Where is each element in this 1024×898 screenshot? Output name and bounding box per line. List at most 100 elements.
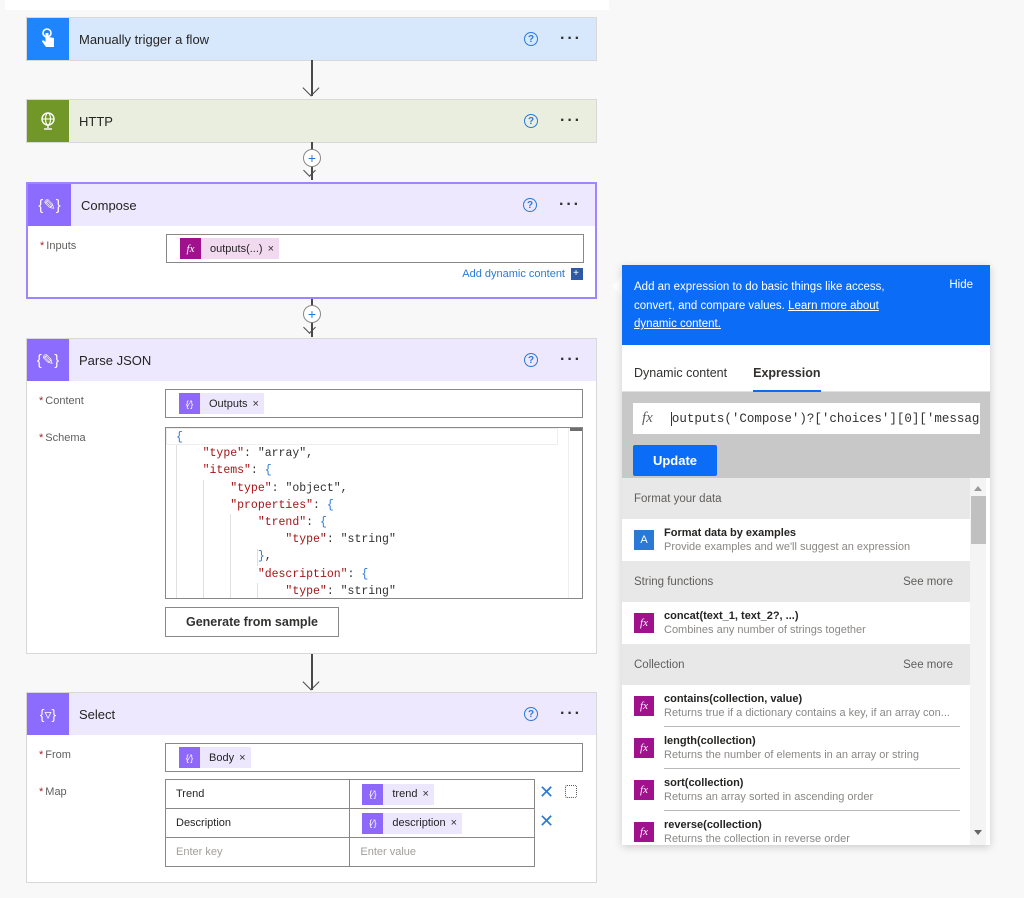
step-title: Manually trigger a flow xyxy=(79,31,210,47)
help-icon[interactable]: ? xyxy=(524,32,539,46)
add-dynamic-content-label: Add dynamic content xyxy=(462,268,565,280)
section-header: Format your data xyxy=(622,478,970,519)
insert-step-button[interactable]: + xyxy=(303,305,321,323)
compose-icon: {✎} xyxy=(28,184,71,226)
generate-from-sample-button[interactable]: Generate from sample xyxy=(165,607,339,637)
map-value-placeholder[interactable]: Enter value xyxy=(349,837,535,867)
code-line: "trend": { xyxy=(257,515,327,529)
function-title: contains(collection, value) xyxy=(664,693,803,705)
fx-icon: fx xyxy=(634,822,654,842)
compose-icon: {∕} xyxy=(362,783,384,805)
scroll-thumb[interactable] xyxy=(971,496,986,544)
remove-token-icon[interactable]: × xyxy=(239,747,251,768)
help-icon[interactable]: ? xyxy=(524,707,539,721)
map-key-placeholder[interactable]: Enter key xyxy=(164,837,351,867)
remove-token-icon[interactable]: × xyxy=(267,238,280,259)
fx-icon: fx xyxy=(634,738,654,758)
step-header[interactable]: {▿} Select ? ··· xyxy=(27,693,596,735)
step-card-http[interactable]: HTTP ? ··· xyxy=(26,99,597,143)
more-options-icon[interactable]: ··· xyxy=(560,706,582,722)
update-button[interactable]: Update xyxy=(633,445,717,476)
function-item[interactable]: fx contains(collection, value) Returns tru… xyxy=(622,685,970,727)
map-key-input[interactable]: Trend xyxy=(164,779,351,809)
help-icon[interactable]: ? xyxy=(524,114,539,128)
help-icon[interactable]: ? xyxy=(524,353,539,367)
step-header[interactable]: HTTP ? ··· xyxy=(27,100,596,142)
function-text: sort(collection) Returns an array sorted … xyxy=(664,776,960,804)
schema-label: * Schema xyxy=(39,432,86,444)
code-line: { xyxy=(166,428,558,446)
compose-icon: {∕} xyxy=(179,747,200,768)
function-title: length(collection) xyxy=(664,735,756,747)
arrow-down-icon xyxy=(302,673,320,691)
globe-icon xyxy=(27,100,69,142)
more-options-icon[interactable]: ··· xyxy=(560,352,582,368)
more-options-icon[interactable]: ··· xyxy=(560,113,582,129)
from-label: * From xyxy=(39,749,71,761)
delete-row-icon[interactable]: ✕ xyxy=(539,783,554,801)
function-title: concat(text_1, text_2?, ...) xyxy=(664,610,799,622)
dynamic-token[interactable]: {∕} description × xyxy=(362,812,463,834)
step-card-compose[interactable]: {✎} Compose ? ··· * Inputs fx outputs(...… xyxy=(26,182,597,299)
step-header[interactable]: Manually trigger a flow ? ··· xyxy=(27,18,596,60)
function-item[interactable]: fx length(collection) Returns the number o… xyxy=(622,727,970,769)
panel-tabs: Dynamic content Expression xyxy=(622,345,990,392)
map-row-empty: Enter key Enter value xyxy=(164,837,535,867)
delete-row-icon[interactable]: ✕ xyxy=(539,812,554,830)
hide-button[interactable]: Hide xyxy=(949,279,973,291)
function-item[interactable]: A Format data by examples Provide examples… xyxy=(622,519,970,561)
function-item[interactable]: fx concat(text_1, text_2?, ...) Combines a… xyxy=(622,602,970,644)
expression-text[interactable]: outputs('Compose')?['choices'][0]['messa… xyxy=(670,411,980,426)
step-header[interactable]: {✎} Compose ? ··· xyxy=(28,184,595,226)
insert-step-button[interactable]: + xyxy=(303,149,321,167)
expression-token[interactable]: fx outputs(...) × xyxy=(180,238,280,259)
schema-editor[interactable]: { "type": "array", "items": { "type": "o… xyxy=(165,427,583,599)
from-field[interactable]: {∕} Body × xyxy=(165,743,583,772)
tab-dynamic-content[interactable]: Dynamic content xyxy=(634,366,727,391)
expression-input[interactable]: fx outputs('Compose')?['choices'][0]['me… xyxy=(633,403,980,434)
step-card-parse-json[interactable]: {✎} Parse JSON ? ··· * Content {∕} Output… xyxy=(26,338,597,654)
more-options-icon[interactable]: ··· xyxy=(559,197,581,213)
map-value-input[interactable]: {∕} description × xyxy=(349,808,535,838)
dynamic-token[interactable]: {∕} trend × xyxy=(362,783,434,805)
content-field[interactable]: {∕} Outputs × xyxy=(165,389,583,418)
tab-expression[interactable]: Expression xyxy=(753,366,821,392)
step-card-select[interactable]: {▿} Select ? ··· * From {∕} Body × * Map T… xyxy=(26,692,597,883)
function-text: concat(text_1, text_2?, ...) Combines any… xyxy=(664,609,960,637)
inputs-field[interactable]: fx outputs(...) × xyxy=(166,234,584,263)
dynamic-content-panel: Add an expression to do basic things lik… xyxy=(622,265,990,845)
remove-token-icon[interactable]: × xyxy=(252,393,264,414)
token-label: trend xyxy=(383,783,423,805)
add-dynamic-content-link[interactable]: Add dynamic content + xyxy=(462,268,583,280)
editor-scrollbar[interactable] xyxy=(568,428,582,598)
see-more-link[interactable]: See more xyxy=(903,659,953,671)
function-list-scrollbar[interactable] xyxy=(970,478,986,845)
remove-token-icon[interactable]: × xyxy=(450,812,463,834)
step-header[interactable]: {✎} Parse JSON ? ··· xyxy=(27,339,596,381)
function-item[interactable]: fx reverse(collection) Returns the collect… xyxy=(622,811,970,845)
step-title: Parse JSON xyxy=(79,352,152,368)
format-icon: A xyxy=(634,530,654,550)
step-title: Compose xyxy=(81,197,137,213)
help-icon[interactable]: ? xyxy=(523,198,538,212)
arrow-down-icon xyxy=(302,79,320,97)
switch-mode-icon[interactable] xyxy=(565,785,577,798)
step-title: HTTP xyxy=(79,113,113,129)
see-more-link[interactable]: See more xyxy=(903,576,953,588)
code-line: "type": "object", xyxy=(230,481,348,495)
function-item[interactable]: fx sort(collection) Returns an array sorte… xyxy=(622,769,970,811)
scroll-up-icon[interactable] xyxy=(974,486,982,491)
step-body: * Inputs fx outputs(...) × Add dynamic co… xyxy=(28,226,595,297)
fx-icon: fx xyxy=(634,780,654,800)
more-options-icon[interactable]: ··· xyxy=(560,31,582,47)
dynamic-token[interactable]: {∕} Outputs × xyxy=(179,393,264,414)
step-card-trigger[interactable]: Manually trigger a flow ? ··· xyxy=(26,17,597,61)
map-key-input[interactable]: Description xyxy=(164,808,351,838)
section-title: String functions xyxy=(634,575,714,588)
function-description: Returns an array sorted in ascending ord… xyxy=(664,791,874,803)
scroll-down-icon[interactable] xyxy=(974,830,982,835)
remove-token-icon[interactable]: × xyxy=(422,783,434,805)
map-value-input[interactable]: {∕} trend × xyxy=(349,779,535,809)
dynamic-token[interactable]: {∕} Body × xyxy=(179,747,251,768)
function-description: Returns true if a dictionary contains a … xyxy=(664,707,950,719)
